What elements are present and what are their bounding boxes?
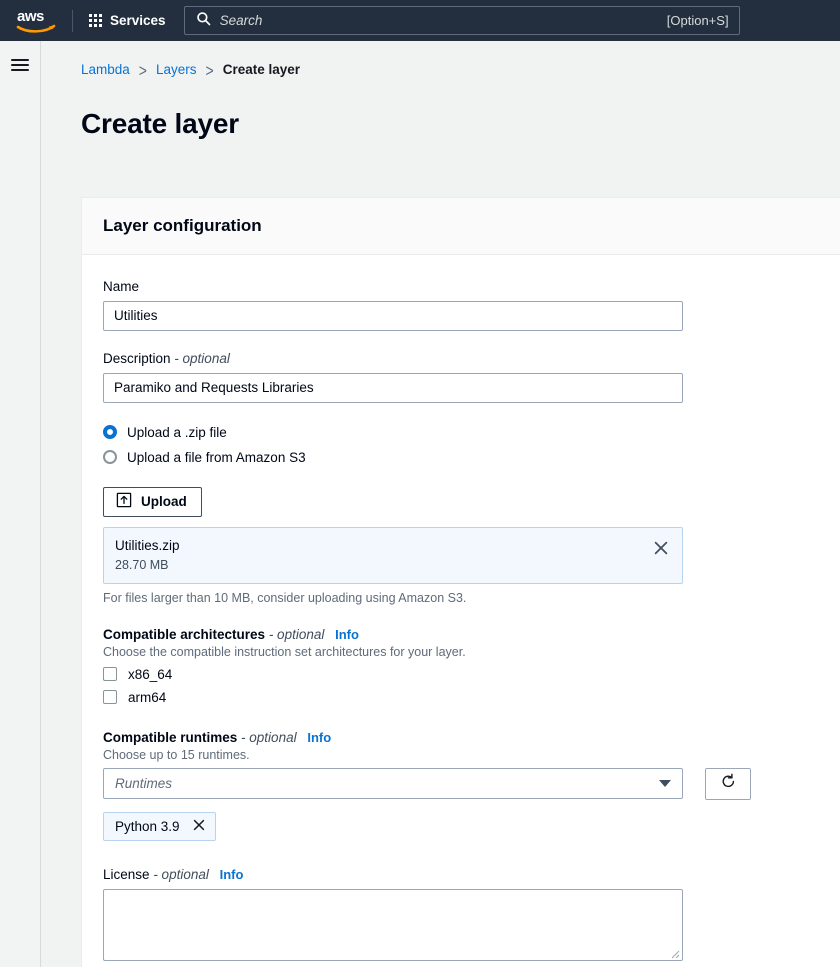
checkbox-x86-64-label: x86_64 <box>128 667 172 682</box>
breadcrumb-separator: > <box>139 60 147 80</box>
refresh-icon <box>720 773 737 795</box>
checkbox-unchecked-icon <box>103 667 117 681</box>
description-input[interactable]: Paramiko and Requests Libraries <box>103 373 683 403</box>
name-input-value: Utilities <box>114 308 158 323</box>
radio-upload-zip-label: Upload a .zip file <box>127 425 227 440</box>
runtimes-description: Choose up to 15 runtimes. <box>103 748 820 762</box>
breadcrumb-item-layers[interactable]: Layers <box>156 62 197 77</box>
search-input[interactable]: Search [Option+S] <box>184 6 740 35</box>
radio-upload-s3[interactable]: Upload a file from Amazon S3 <box>103 450 820 465</box>
name-field-group: Name Utilities <box>103 279 820 331</box>
description-optional-text: - optional <box>174 351 230 366</box>
runtimes-field-group: Compatible runtimes - optional Info Choo… <box>103 730 820 841</box>
runtimes-label-text: Compatible runtimes <box>103 730 237 745</box>
description-label: Description - optional <box>103 351 820 366</box>
breadcrumb-separator: > <box>206 60 214 80</box>
layer-configuration-panel: Layer configuration Name Utilities Descr… <box>81 197 840 967</box>
aws-logo-icon[interactable]: aws <box>16 6 58 36</box>
upload-button[interactable]: Upload <box>103 487 202 517</box>
license-optional-text: - optional <box>153 867 209 882</box>
runtimes-label: Compatible runtimes - optional Info <box>103 730 820 745</box>
remove-runtime-token-icon[interactable] <box>192 818 206 835</box>
main-content: Lambda > Layers > Create layer Create la… <box>41 41 840 967</box>
page-shell: Lambda > Layers > Create layer Create la… <box>0 41 840 967</box>
license-label: License - optional Info <box>103 867 820 882</box>
radio-upload-zip[interactable]: Upload a .zip file <box>103 425 820 440</box>
runtimes-select-placeholder: Runtimes <box>115 776 659 791</box>
grid-icon <box>89 14 102 27</box>
license-label-text: License <box>103 867 150 882</box>
radio-button-selected-icon <box>103 425 117 439</box>
resize-grip-icon[interactable] <box>668 946 680 958</box>
runtimes-select[interactable]: Runtimes <box>103 768 683 799</box>
search-placeholder-text: Search <box>220 13 667 28</box>
architectures-optional-text: - optional <box>269 627 325 642</box>
runtimes-select-row: Runtimes <box>103 768 820 800</box>
uploaded-file-card: Utilities.zip 28.70 MB <box>103 527 683 584</box>
license-field-group: License - optional Info <box>103 867 820 961</box>
checkbox-x86-64[interactable]: x86_64 <box>103 667 820 682</box>
uploaded-file-name: Utilities.zip <box>115 538 652 553</box>
sidebar-rail <box>0 41 41 967</box>
radio-upload-s3-label: Upload a file from Amazon S3 <box>127 450 306 465</box>
refresh-runtimes-button[interactable] <box>705 768 751 800</box>
panel-title: Layer configuration <box>103 216 820 236</box>
panel-wrapper: Layer configuration Name Utilities Descr… <box>41 159 840 967</box>
upload-icon <box>116 492 132 511</box>
runtime-token-label: Python 3.9 <box>115 819 180 834</box>
hamburger-menu-icon[interactable] <box>11 53 29 71</box>
architectures-info-link[interactable]: Info <box>335 627 359 642</box>
architectures-label: Compatible architectures - optional Info <box>103 627 820 642</box>
source-radio-group: Upload a .zip file Upload a file from Am… <box>103 425 820 465</box>
license-textarea[interactable] <box>103 889 683 961</box>
top-navigation-bar: aws Services Search [Option+S] <box>0 0 840 41</box>
services-menu-button[interactable]: Services <box>89 13 166 28</box>
upload-button-label: Upload <box>141 494 187 509</box>
page-title: Create layer <box>41 94 840 140</box>
runtime-token-python39: Python 3.9 <box>103 812 216 841</box>
chevron-down-icon <box>659 780 671 787</box>
search-icon <box>196 11 211 31</box>
uploaded-file-meta: Utilities.zip 28.70 MB <box>115 538 652 572</box>
breadcrumb-item-create-layer: Create layer <box>223 62 300 77</box>
checkbox-arm64[interactable]: arm64 <box>103 690 820 705</box>
architectures-description: Choose the compatible instruction set ar… <box>103 645 820 659</box>
name-label: Name <box>103 279 820 294</box>
panel-header: Layer configuration <box>82 198 840 255</box>
uploaded-file-size: 28.70 MB <box>115 558 652 572</box>
upload-help-text: For files larger than 10 MB, consider up… <box>103 591 820 605</box>
architectures-field-group: Compatible architectures - optional Info… <box>103 627 820 705</box>
license-info-link[interactable]: Info <box>220 867 244 882</box>
svg-text:aws: aws <box>17 8 44 25</box>
panel-body: Name Utilities Description - optional Pa… <box>82 255 840 967</box>
radio-button-unselected-icon <box>103 450 117 464</box>
description-input-value: Paramiko and Requests Libraries <box>114 380 314 395</box>
runtimes-optional-text: - optional <box>241 730 297 745</box>
nav-divider <box>72 10 73 32</box>
remove-file-close-icon[interactable] <box>652 539 670 557</box>
breadcrumb: Lambda > Layers > Create layer <box>41 41 840 75</box>
architectures-label-text: Compatible architectures <box>103 627 265 642</box>
name-input[interactable]: Utilities <box>103 301 683 331</box>
breadcrumb-item-lambda[interactable]: Lambda <box>81 62 130 77</box>
checkbox-unchecked-icon <box>103 690 117 704</box>
services-label: Services <box>110 13 166 28</box>
search-shortcut-hint: [Option+S] <box>667 13 729 28</box>
runtimes-info-link[interactable]: Info <box>307 730 331 745</box>
description-field-group: Description - optional Paramiko and Requ… <box>103 351 820 403</box>
checkbox-arm64-label: arm64 <box>128 690 166 705</box>
description-label-text: Description <box>103 351 171 366</box>
